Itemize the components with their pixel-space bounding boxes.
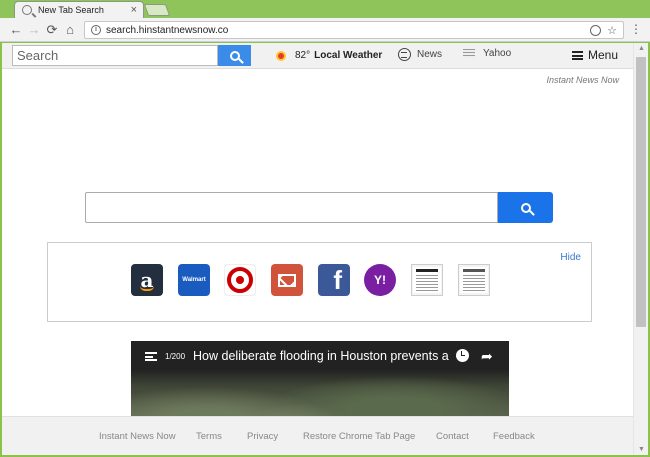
close-icon[interactable]: ×: [131, 4, 137, 16]
footer-link-terms[interactable]: Terms: [196, 431, 222, 442]
extension-icon[interactable]: [590, 25, 602, 36]
yahoo-label: Yahoo: [483, 48, 512, 59]
new-tab-button[interactable]: [143, 4, 171, 16]
page-content: Search 82° Local Weather News Yahoo Menu…: [2, 43, 633, 455]
facebook-tile[interactable]: f: [318, 264, 350, 296]
top-search-button[interactable]: [218, 45, 251, 66]
yahoo-icon: Y!: [374, 273, 386, 287]
weather-icon: [278, 52, 284, 59]
newspaper-tile[interactable]: [411, 264, 443, 296]
weather-widget[interactable]: 82° Local Weather: [278, 50, 382, 61]
playlist-icon[interactable]: [145, 351, 157, 361]
browser-menu-icon[interactable]: ⋮: [630, 22, 642, 36]
shortcut-tiles: Hide a Walmart f Y!: [47, 242, 592, 322]
newspaper-icon: [413, 267, 441, 293]
share-icon[interactable]: ➦: [481, 348, 493, 365]
info-icon[interactable]: i: [91, 25, 101, 35]
footer-link-contact[interactable]: Contact: [436, 431, 469, 442]
newspaper-icon: [460, 267, 488, 293]
search-icon: [520, 202, 531, 213]
tab-title: New Tab Search: [38, 5, 104, 15]
newspaper-tile[interactable]: [458, 264, 490, 296]
target-tile[interactable]: [224, 264, 256, 296]
bookmark-star-icon[interactable]: ☆: [607, 24, 617, 37]
browser-tab[interactable]: New Tab Search ×: [14, 1, 144, 18]
weather-label: Local Weather: [314, 50, 383, 61]
playlist-counter: 1/200: [165, 351, 186, 361]
menu-button[interactable]: Menu: [572, 48, 618, 62]
top-search-input[interactable]: Search: [12, 45, 218, 66]
news-link[interactable]: News: [398, 48, 442, 61]
walmart-icon: Walmart: [182, 277, 206, 283]
back-button[interactable]: ←: [8, 22, 24, 38]
search-icon: [229, 50, 240, 61]
brand-label: Instant News Now: [546, 75, 619, 85]
scroll-thumb[interactable]: [636, 57, 646, 327]
home-button[interactable]: ⌂: [62, 22, 78, 38]
footer: Instant News Now Terms Privacy Restore C…: [2, 416, 633, 455]
hide-link[interactable]: Hide: [560, 252, 581, 263]
search-icon: [22, 5, 32, 15]
video-title-bar: 1/200 How deliberate flooding in Houston…: [131, 341, 509, 371]
video-title[interactable]: How deliberate flooding in Houston preve…: [193, 349, 453, 363]
address-bar[interactable]: i search.hinstantnewsnow.co ☆: [84, 21, 624, 39]
amazon-icon: a: [140, 268, 154, 292]
top-bar: Search 82° Local Weather News Yahoo Menu: [2, 43, 633, 69]
footer-link-privacy[interactable]: Privacy: [247, 431, 278, 442]
walmart-tile[interactable]: Walmart: [178, 264, 210, 296]
yahoo-tile[interactable]: Y!: [364, 264, 396, 296]
scroll-up-icon[interactable]: ▲: [638, 45, 645, 52]
gmail-tile[interactable]: [271, 264, 303, 296]
hamburger-icon: [572, 50, 583, 60]
facebook-icon: f: [333, 265, 342, 295]
amazon-tile[interactable]: a: [131, 264, 163, 296]
forward-button[interactable]: →: [26, 22, 42, 38]
newspaper-icon: [463, 49, 475, 58]
url-text[interactable]: search.hinstantnewsnow.co: [106, 25, 228, 36]
news-icon: [398, 48, 411, 61]
scroll-down-icon[interactable]: ▼: [638, 446, 645, 453]
footer-link-restore[interactable]: Restore Chrome Tab Page: [303, 431, 415, 442]
main-search-input[interactable]: [85, 192, 498, 223]
browser-toolbar: ← → ⟳ ⌂ i search.hinstantnewsnow.co ☆ ⋮: [0, 18, 650, 42]
menu-label: Menu: [588, 48, 619, 62]
footer-link-feedback[interactable]: Feedback: [493, 431, 535, 442]
clock-icon[interactable]: [456, 349, 469, 362]
temperature: 82°: [295, 50, 311, 61]
main-search-button[interactable]: [498, 192, 553, 223]
footer-link-instant-news-now[interactable]: Instant News Now: [99, 431, 176, 442]
page-scrollbar[interactable]: ▲ ▼: [633, 43, 648, 455]
tab-strip: New Tab Search ×: [0, 0, 650, 18]
reload-button[interactable]: ⟳: [44, 22, 60, 38]
target-icon: [227, 267, 253, 293]
yahoo-link[interactable]: Yahoo: [463, 48, 511, 59]
mail-icon: [278, 273, 296, 287]
news-label: News: [417, 49, 443, 60]
